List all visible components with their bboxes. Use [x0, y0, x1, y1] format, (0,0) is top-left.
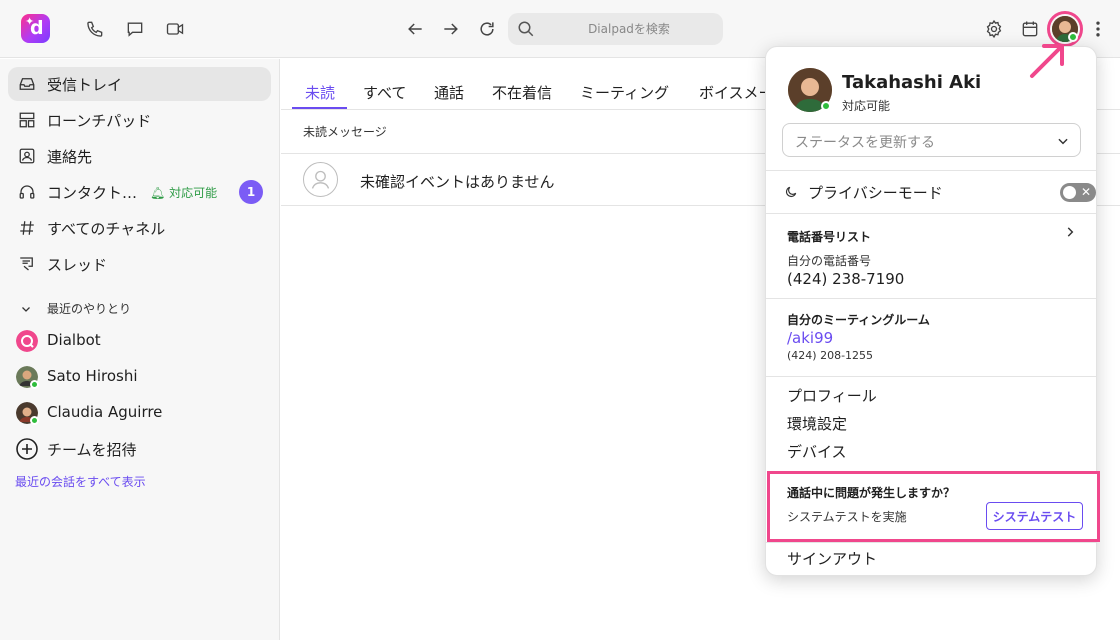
search-bar[interactable] — [508, 13, 723, 45]
contact-name: Dialbot — [47, 331, 101, 349]
refresh-icon[interactable] — [475, 17, 499, 41]
hash-icon — [20, 221, 34, 235]
list-header: 未読メッセージ — [303, 125, 387, 139]
dialbot-avatar-icon — [16, 330, 38, 352]
headset-icon — [19, 185, 35, 199]
contacts-icon — [19, 148, 35, 164]
call-issue-subtext: システムテストを実施 — [787, 510, 907, 524]
annotation-arrow-icon — [1030, 44, 1064, 78]
meeting-room-link[interactable]: /aki99 — [787, 329, 833, 347]
contact-name: Claudia Aguirre — [47, 403, 163, 421]
chevron-down-icon — [22, 306, 30, 312]
thread-icon — [20, 257, 33, 271]
plus-circle-icon — [16, 438, 38, 460]
chevron-right-icon[interactable] — [1063, 225, 1077, 239]
search-input[interactable] — [544, 13, 714, 45]
menu-item-devices[interactable]: デバイス — [787, 441, 847, 462]
tab-unread[interactable]: 未読 — [305, 82, 335, 103]
recent-item-dialbot[interactable]: Dialbot — [8, 324, 271, 358]
divider — [766, 298, 1096, 299]
divider — [766, 213, 1096, 214]
sidebar-item-inbox[interactable]: 受信トレイ — [8, 67, 271, 101]
privacy-mode-label: プライバシーモード — [808, 184, 943, 202]
chevron-down-icon — [1058, 138, 1068, 145]
sidebar-item-contacts[interactable]: 連絡先 — [8, 139, 271, 173]
user-name: Takahashi Aki — [842, 72, 982, 93]
status-update-select[interactable]: ステータスを更新する — [782, 123, 1081, 157]
search-icon — [518, 21, 534, 37]
meeting-room-number: (424) 208-1255 — [787, 349, 874, 362]
user-menu-panel: Takahashi Aki 対応可能 ステータスを更新する プライバシーモード … — [765, 46, 1100, 576]
phone-icon[interactable] — [83, 17, 107, 41]
meeting-room-header: 自分のミーティングルーム — [787, 313, 930, 327]
tab-missed[interactable]: 不在着信 — [492, 82, 552, 103]
active-tab-indicator — [292, 107, 347, 109]
call-issue-header: 通話中に問題が発生しますか？ — [787, 486, 956, 500]
video-icon[interactable] — [163, 17, 187, 41]
moon-icon — [786, 186, 797, 197]
my-phone-number: (424) 238-7190 — [787, 270, 905, 288]
settings-icon[interactable] — [982, 17, 1006, 41]
divider — [766, 170, 1096, 171]
recent-item-sato[interactable]: Sato Hiroshi — [8, 360, 271, 394]
tab-meetings[interactable]: ミーティング — [580, 82, 669, 103]
sidebar: 受信トレイ ローンチパッド 連絡先 コンタクト… 🔔︎ 対応可能 1 すべてのチ… — [0, 59, 280, 640]
dialpad-logo-icon[interactable]: ✦ d — [21, 14, 50, 43]
my-number-label: 自分の電話番号 — [787, 254, 872, 268]
privacy-mode-row: プライバシーモード ✕ — [784, 182, 1096, 204]
menu-item-settings[interactable]: 環境設定 — [787, 413, 847, 434]
invite-label: チームを招待 — [47, 441, 137, 459]
contact-center-status: 🔔︎ 対応可能 — [150, 184, 217, 201]
bell-icon: 🔔︎ — [150, 185, 166, 200]
sidebar-item-label: ローンチパッド — [47, 111, 152, 130]
chat-icon[interactable] — [123, 17, 147, 41]
divider — [766, 542, 1096, 543]
launchpad-icon — [19, 112, 35, 128]
system-test-callout: 通話中に問題が発生しますか？ システムテストを実施 システムテスト — [767, 471, 1100, 542]
online-status-dot — [821, 101, 831, 111]
forward-icon[interactable] — [439, 17, 463, 41]
back-icon[interactable] — [403, 17, 427, 41]
status-text: 対応可能 — [169, 185, 218, 200]
user-status: 対応可能 — [842, 99, 891, 113]
menu-item-profile[interactable]: プロフィール — [787, 385, 877, 406]
tab-calls[interactable]: 通話 — [434, 82, 464, 103]
sidebar-item-label: スレッド — [47, 255, 108, 274]
system-test-button[interactable]: システムテスト — [986, 502, 1083, 530]
sign-out-button[interactable]: サインアウト — [787, 548, 877, 569]
phone-list-header[interactable]: 電話番号リスト — [787, 228, 871, 245]
sidebar-item-label: 連絡先 — [47, 147, 93, 166]
count-badge: 1 — [239, 180, 263, 204]
close-icon: ✕ — [1081, 185, 1092, 199]
toggle-knob — [1063, 186, 1076, 199]
privacy-mode-toggle[interactable]: ✕ — [1060, 183, 1096, 202]
invite-team-button[interactable]: チームを招待 — [8, 432, 271, 466]
online-status-dot — [30, 416, 39, 425]
status-placeholder: ステータスを更新する — [795, 135, 935, 151]
sidebar-item-all-channels[interactable]: すべてのチャネル — [8, 211, 271, 245]
divider — [766, 376, 1096, 377]
sidebar-item-label: コンタクト… — [47, 183, 138, 202]
inbox-icon — [19, 78, 35, 90]
show-all-recent-link[interactable]: 最近の会話をすべて表示 — [15, 473, 146, 490]
tab-all[interactable]: すべて — [363, 82, 406, 103]
recent-section-header[interactable]: 最近のやりとり — [20, 300, 131, 317]
more-icon[interactable] — [1086, 17, 1110, 41]
contact-name: Sato Hiroshi — [47, 367, 138, 385]
online-status-dot — [30, 380, 39, 389]
recent-item-claudia[interactable]: Claudia Aguirre — [8, 396, 271, 430]
sidebar-item-label: すべてのチャネル — [47, 219, 166, 238]
sidebar-item-contact-center[interactable]: コンタクト… 🔔︎ 対応可能 1 — [8, 175, 271, 209]
avatar-placeholder-icon — [303, 162, 338, 197]
sidebar-item-label: 受信トレイ — [47, 75, 123, 94]
sidebar-item-threads[interactable]: スレッド — [8, 247, 271, 281]
sidebar-item-launchpad[interactable]: ローンチパッド — [8, 103, 271, 137]
section-title: 最近のやりとり — [47, 302, 132, 316]
empty-state-text: 未確認イベントはありません — [360, 173, 555, 191]
logo-letter: d — [30, 17, 44, 39]
